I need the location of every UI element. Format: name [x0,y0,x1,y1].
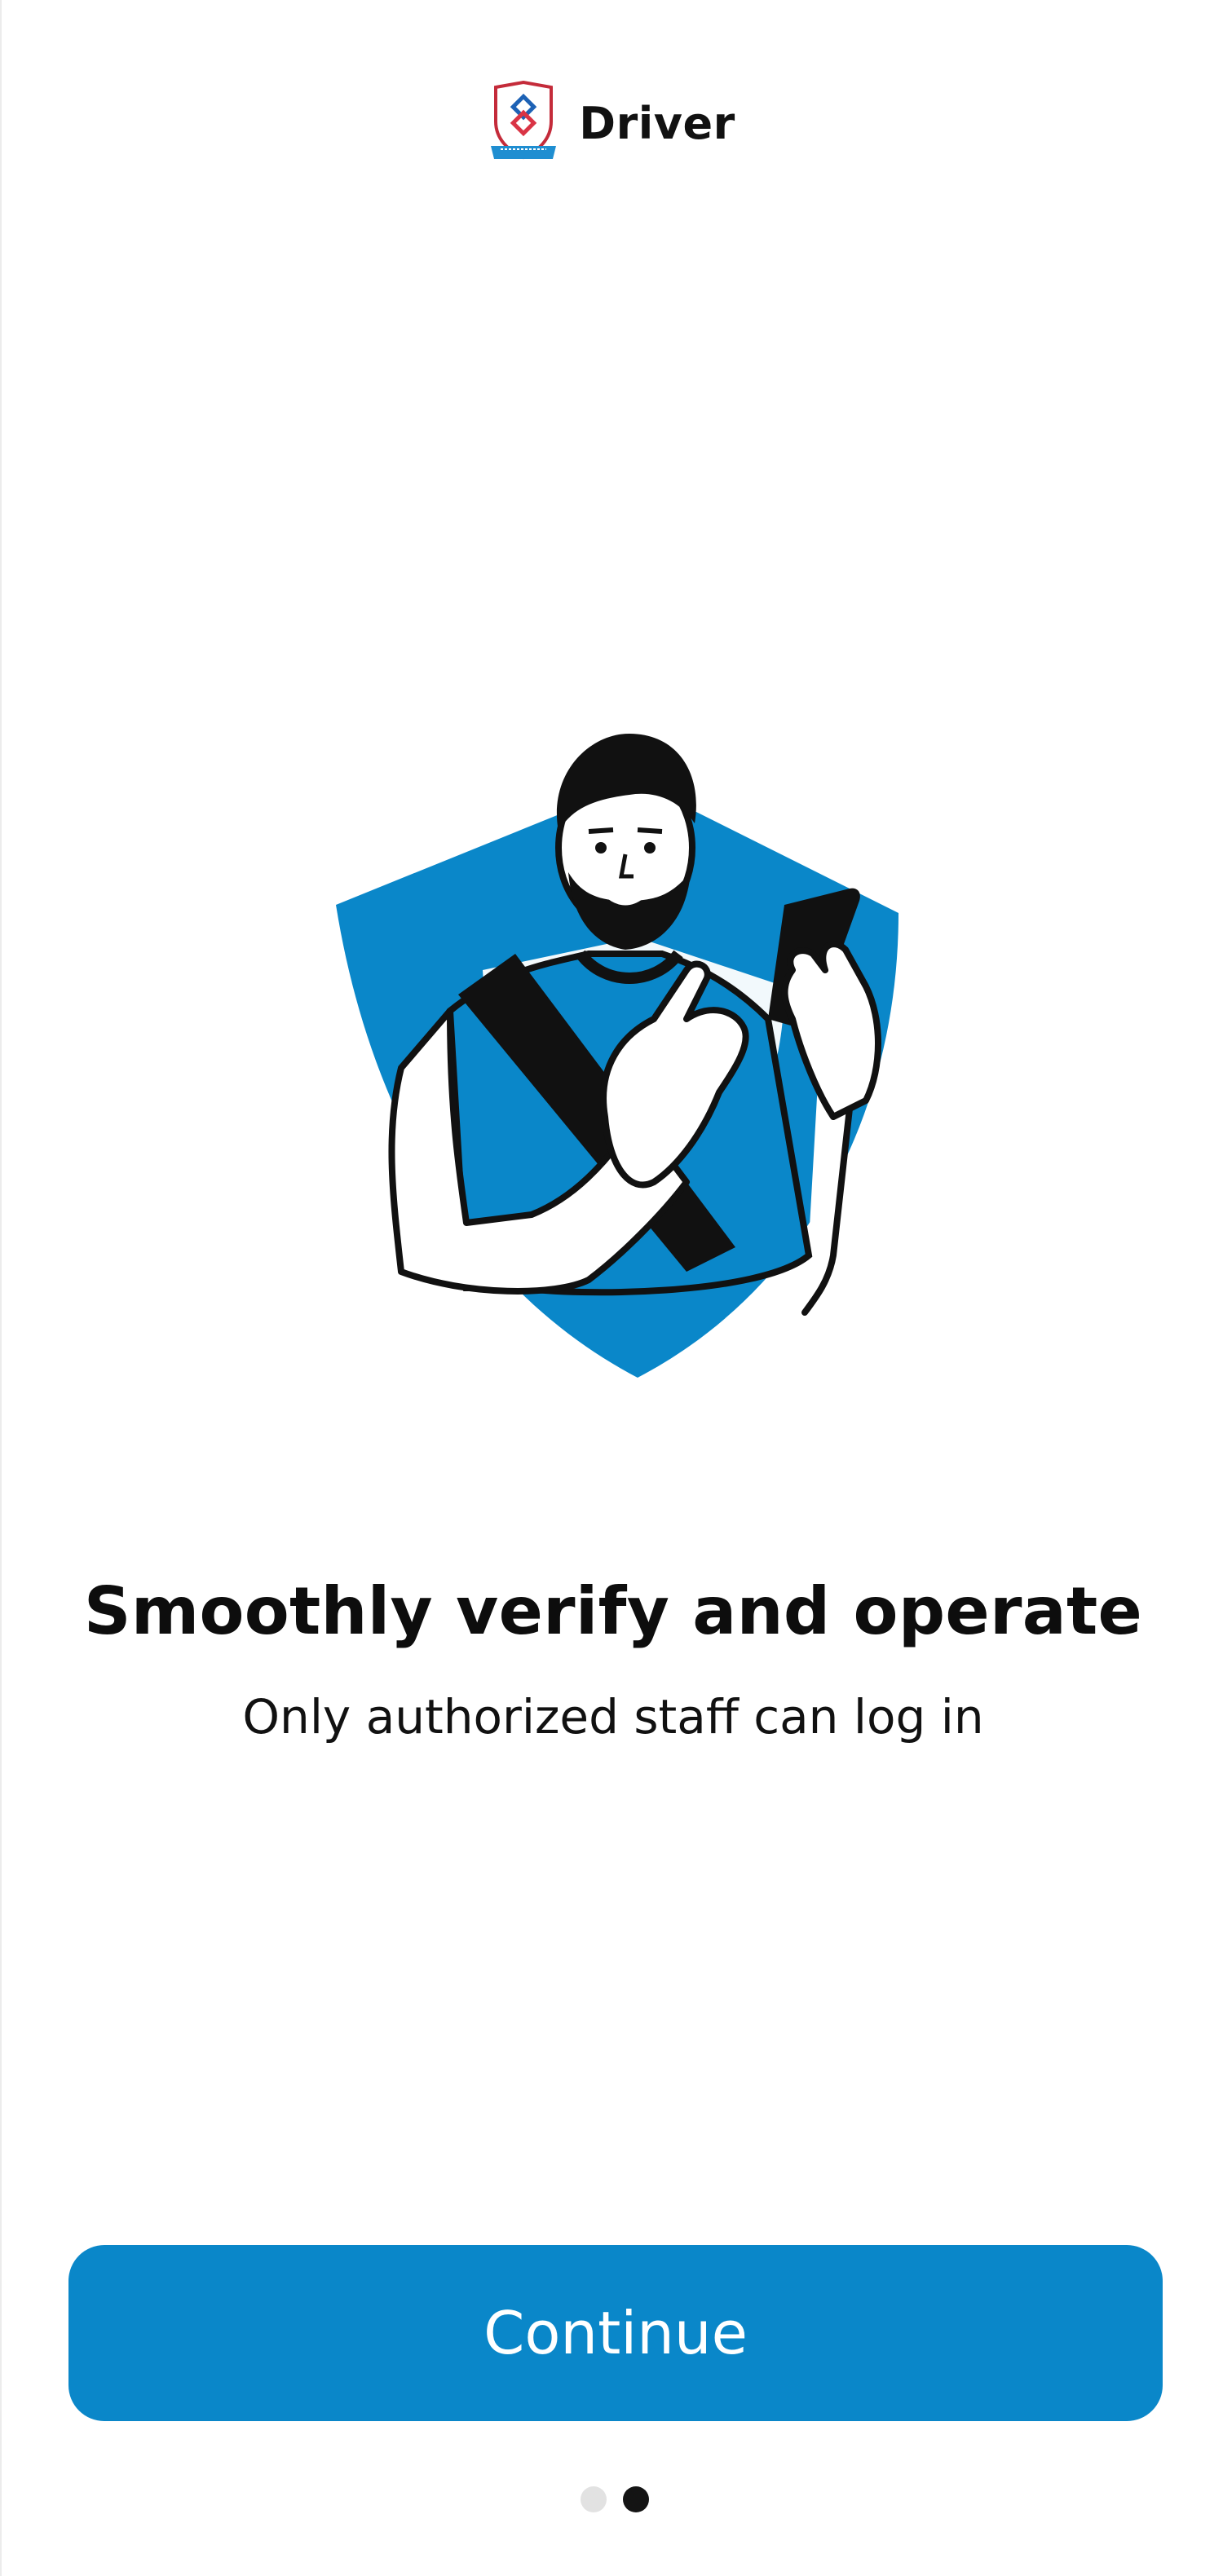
onboarding-screen: Driver Smoothly verify and operate Only … [0,0,1223,2576]
pagination-dot-2-active[interactable] [623,2486,649,2512]
page-title: Smoothly verify and operate [83,1573,1143,1649]
page-subtitle: Only authorized staff can log in [242,1689,984,1745]
shield-crest-logo-icon [491,81,557,160]
driver-holding-phone-illustration-icon [336,734,898,1378]
pagination-dots [2,2486,1223,2512]
pagination-dot-1[interactable] [581,2486,607,2512]
continue-button[interactable]: Continue [68,2245,1163,2421]
app-name: Driver [579,97,735,149]
app-header: Driver [2,78,1223,168]
